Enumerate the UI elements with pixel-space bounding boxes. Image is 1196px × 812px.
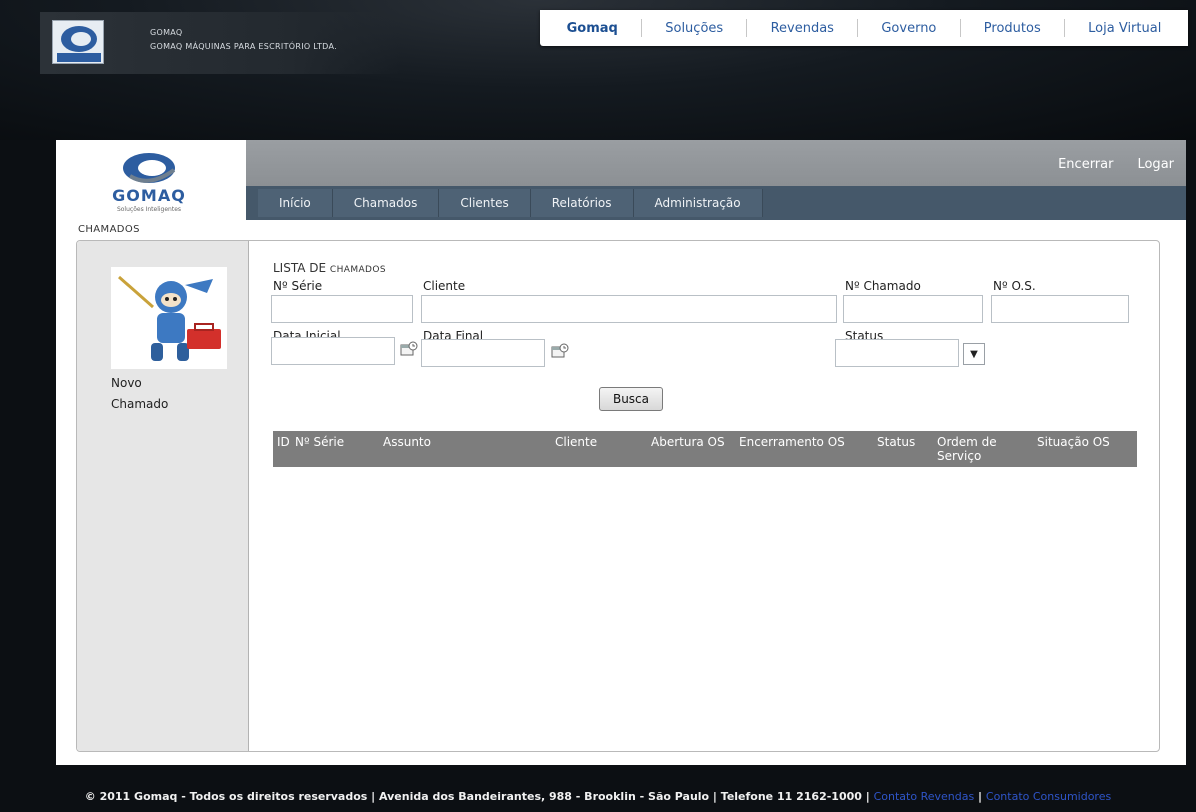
user-bar: Encerrar Logar <box>246 140 1186 186</box>
topnav-divider <box>641 19 643 37</box>
col-status[interactable]: Status <box>877 435 915 449</box>
list-title-prefix: LISTA DE <box>273 261 330 275</box>
start-date-field[interactable] <box>271 337 395 365</box>
menu-administracao[interactable]: Administração <box>634 189 763 217</box>
menu-relatorios[interactable]: Relatórios <box>531 189 634 217</box>
topnav-divider <box>857 19 859 37</box>
topnav-produtos[interactable]: Produtos <box>970 21 1055 36</box>
user-links: Encerrar Logar <box>1058 157 1174 172</box>
col-id[interactable]: ID <box>277 435 290 449</box>
topnav-revendas[interactable]: Revendas <box>757 21 848 36</box>
os-number-field[interactable] <box>991 295 1129 323</box>
col-open-date[interactable]: Abertura OS <box>651 435 725 449</box>
top-navigation: Gomaq Soluções Revendas Governo Produtos… <box>540 10 1188 46</box>
os-number-label: Nº O.S. <box>993 279 1036 293</box>
client-label: Cliente <box>423 279 466 293</box>
top-logo-area: GOMAQ GOMAQ MÁQUINAS PARA ESCRITÓRIO LTD… <box>40 12 400 74</box>
login-link[interactable]: Logar <box>1137 157 1174 172</box>
menu-clientes[interactable]: Clientes <box>439 189 531 217</box>
topnav-governo[interactable]: Governo <box>867 21 950 36</box>
contact-consumers-link[interactable]: Contato Consumidores <box>986 790 1111 803</box>
topnav-solucoes[interactable]: Soluções <box>651 21 737 36</box>
calendar-icon[interactable] <box>551 343 569 359</box>
new-ticket-line2: Chamado <box>111 397 169 411</box>
panel-sidebar: Novo Chamado <box>77 241 249 751</box>
menu-inicio[interactable]: Início <box>258 189 333 217</box>
topnav-gomaq[interactable]: Gomaq <box>553 21 632 36</box>
col-subject[interactable]: Assunto <box>383 435 431 449</box>
client-field[interactable] <box>421 295 837 323</box>
col-service-order[interactable]: Ordem de Serviço <box>937 435 1015 463</box>
topnav-divider <box>959 19 961 37</box>
gomaq-logo[interactable] <box>52 20 104 64</box>
logo-tagline: Soluções Inteligentes <box>116 206 182 213</box>
col-os-situation[interactable]: Situação OS <box>1037 435 1110 449</box>
col-close-date[interactable]: Encerramento OS <box>739 435 845 449</box>
top-banner: GOMAQ GOMAQ MÁQUINAS PARA ESCRITÓRIO LTD… <box>0 0 1196 140</box>
main-navigation: Início Chamados Clientes Relatórios Admi… <box>246 186 1186 220</box>
serial-label: Nº Série <box>273 279 323 293</box>
topnav-divider <box>1063 19 1065 37</box>
calendar-icon[interactable] <box>400 341 418 357</box>
breadcrumb: CHAMADOS <box>78 224 140 235</box>
new-ticket-link[interactable]: Novo Chamado <box>111 373 168 415</box>
list-title: LISTA DE CHAMADOS <box>273 261 386 275</box>
main-menu: Início Chamados Clientes Relatórios Admi… <box>258 189 763 217</box>
contact-resellers-link[interactable]: Contato Revendas <box>874 790 975 803</box>
new-ticket-line1: Novo <box>111 376 142 390</box>
company-short: GOMAQ <box>150 28 183 37</box>
topnav-loja-virtual[interactable]: Loja Virtual <box>1074 21 1175 36</box>
footer: © 2011 Gomaq - Todos os direitos reserva… <box>0 790 1196 803</box>
col-serial[interactable]: Nº Série <box>295 435 344 449</box>
col-client[interactable]: Cliente <box>555 435 597 449</box>
tickets-table-header: ID Nº Série Assunto Cliente Abertura OS … <box>273 431 1137 467</box>
search-button[interactable]: Busca <box>599 387 663 411</box>
serial-field[interactable] <box>271 295 413 323</box>
gomaq-swirl-icon <box>123 153 176 183</box>
company-full: GOMAQ MÁQUINAS PARA ESCRITÓRIO LTDA. <box>150 42 337 51</box>
app-page: GOMAQ Soluções Inteligentes CHAMADOS Enc… <box>56 140 1186 765</box>
status-select[interactable] <box>835 339 959 367</box>
footer-separator: | <box>974 790 986 803</box>
footer-text: © 2011 Gomaq - Todos os direitos reserva… <box>84 790 874 803</box>
top-company-name: GOMAQ GOMAQ MÁQUINAS PARA ESCRITÓRIO LTD… <box>150 26 337 54</box>
app-logo[interactable]: GOMAQ Soluções Inteligentes <box>56 140 246 224</box>
logout-link[interactable]: Encerrar <box>1058 157 1113 172</box>
dropdown-arrow-icon[interactable]: ▼ <box>963 343 985 365</box>
tickets-panel: Novo Chamado LISTA DE CHAMADOS Nº Série … <box>76 240 1160 752</box>
ticket-number-label: Nº Chamado <box>845 279 921 293</box>
technician-mascot-image[interactable] <box>111 267 227 369</box>
menu-chamados[interactable]: Chamados <box>333 189 440 217</box>
end-date-field[interactable] <box>421 339 545 367</box>
topnav-divider <box>746 19 748 37</box>
logo-word: GOMAQ <box>112 186 186 205</box>
ticket-number-field[interactable] <box>843 295 983 323</box>
list-title-suffix: CHAMADOS <box>329 265 386 275</box>
